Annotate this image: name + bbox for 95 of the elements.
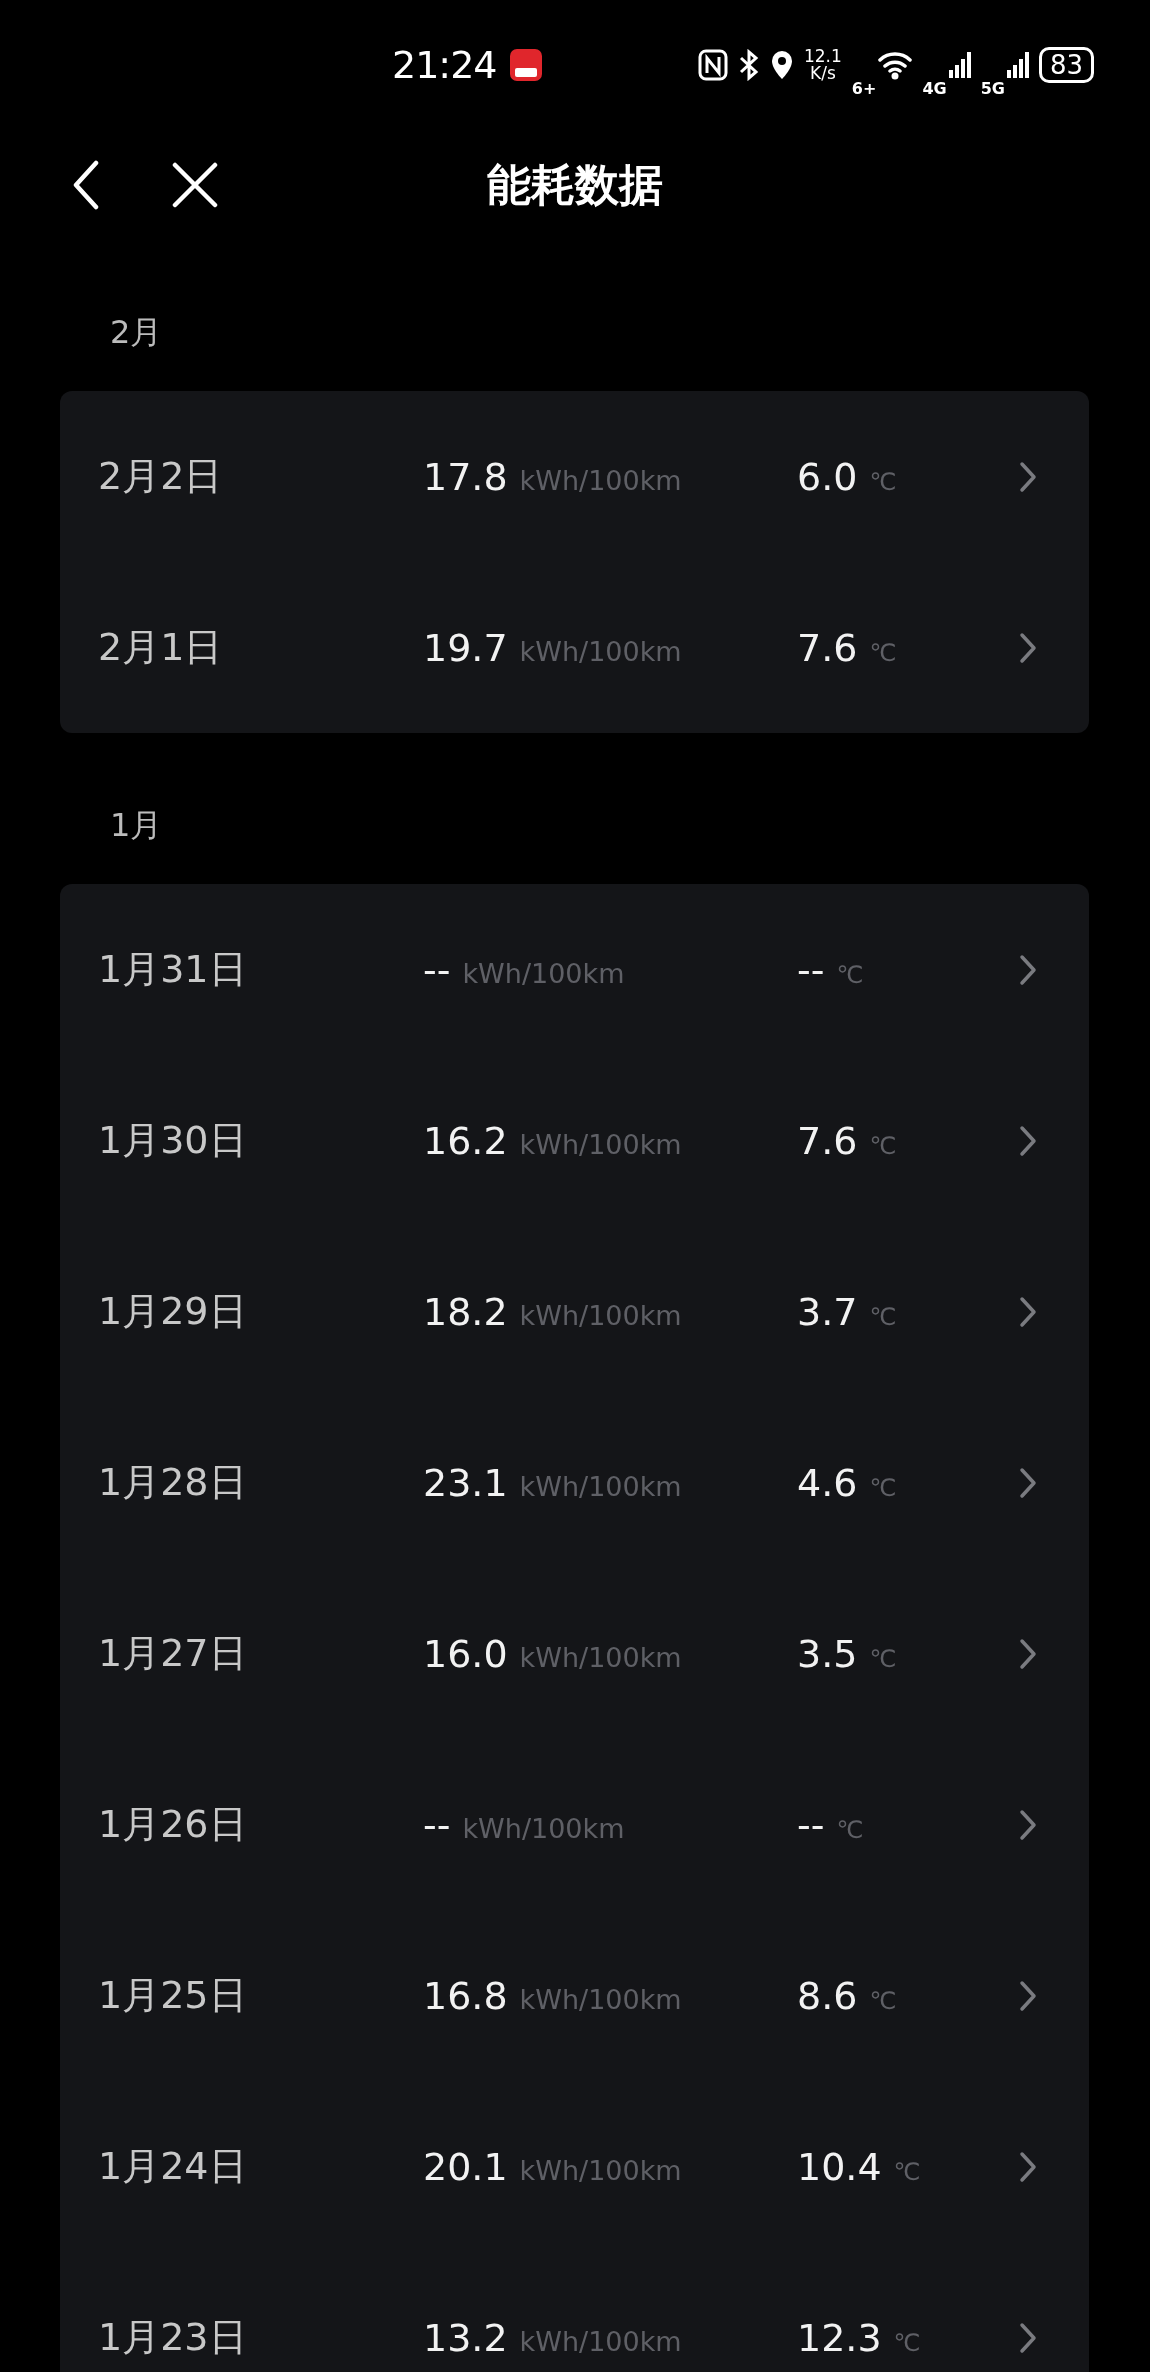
temperature-unit: ℃ bbox=[869, 1473, 897, 1502]
temperature-value: 7.6 bbox=[797, 1118, 858, 1163]
temperature-unit: ℃ bbox=[869, 1644, 897, 1673]
date-label: 1月26日 bbox=[98, 1801, 248, 1848]
day-row[interactable]: 2月1日 19.7 kWh/100km 7.6 ℃ bbox=[60, 562, 1089, 733]
day-row[interactable]: 1月31日 -- kWh/100km -- ℃ bbox=[60, 884, 1089, 1055]
back-icon[interactable] bbox=[72, 160, 100, 210]
temperature-unit: ℃ bbox=[893, 2157, 921, 2186]
temperature-value: -- bbox=[797, 947, 825, 992]
chevron-icon bbox=[1019, 1979, 1037, 2012]
date-label: 1月31日 bbox=[98, 946, 248, 993]
consumption-unit: kWh/100km bbox=[462, 1812, 625, 1844]
chevron-icon bbox=[1019, 1124, 1037, 1157]
location-icon bbox=[769, 49, 794, 81]
temperature-value: 8.6 bbox=[797, 1973, 858, 2018]
temperature-unit: ℃ bbox=[836, 960, 864, 989]
wifi-standard-label: 6+ bbox=[851, 78, 877, 98]
day-row[interactable]: 1月26日 -- kWh/100km -- ℃ bbox=[60, 1739, 1089, 1910]
consumption-unit: kWh/100km bbox=[519, 464, 682, 496]
status-time: 21:24 bbox=[392, 43, 497, 87]
temperature-value: 3.5 bbox=[797, 1631, 858, 1676]
wifi-icon bbox=[878, 50, 913, 80]
consumption-value: -- bbox=[423, 1802, 451, 1847]
consumption-unit: kWh/100km bbox=[462, 957, 625, 989]
signal-icon bbox=[948, 50, 971, 80]
temperature-value: 6.0 bbox=[797, 454, 858, 499]
consumption-unit: kWh/100km bbox=[519, 1470, 682, 1502]
network-type-label: 5G bbox=[980, 78, 1005, 98]
temperature-unit: ℃ bbox=[893, 2328, 921, 2357]
consumption-unit: kWh/100km bbox=[519, 2325, 682, 2357]
chevron-icon bbox=[1019, 1808, 1037, 1841]
date-label: 1月28日 bbox=[98, 1459, 248, 1506]
page-title: 能耗数据 bbox=[487, 157, 663, 212]
chevron-icon bbox=[1019, 1295, 1037, 1328]
day-row[interactable]: 1月30日 16.2 kWh/100km 7.6 ℃ bbox=[60, 1055, 1089, 1226]
chevron-icon bbox=[1019, 1466, 1037, 1499]
consumption-value: 16.2 bbox=[423, 1118, 508, 1163]
temperature-value: 7.6 bbox=[797, 625, 858, 670]
temperature-value: 3.7 bbox=[797, 1289, 858, 1334]
consumption-unit: kWh/100km bbox=[519, 2154, 682, 2186]
temperature-unit: ℃ bbox=[869, 1302, 897, 1331]
network-type-label: 4G bbox=[922, 78, 947, 98]
consumption-unit: kWh/100km bbox=[519, 1299, 682, 1331]
temperature-value: 10.4 bbox=[797, 2144, 882, 2189]
chevron-icon bbox=[1019, 460, 1037, 493]
consumption-unit: kWh/100km bbox=[519, 635, 682, 667]
day-row[interactable]: 1月29日 18.2 kWh/100km 3.7 ℃ bbox=[60, 1226, 1089, 1397]
consumption-value: 18.2 bbox=[423, 1289, 508, 1334]
temperature-unit: ℃ bbox=[869, 467, 897, 496]
consumption-value: 19.7 bbox=[423, 625, 508, 670]
consumption-value: 20.1 bbox=[423, 2144, 508, 2189]
consumption-value: -- bbox=[423, 947, 451, 992]
chevron-icon bbox=[1019, 631, 1037, 664]
consumption-unit: kWh/100km bbox=[519, 1128, 682, 1160]
consumption-unit: kWh/100km bbox=[519, 1983, 682, 2015]
day-row[interactable]: 1月24日 20.1 kWh/100km 10.4 ℃ bbox=[60, 2081, 1089, 2252]
consumption-value: 17.8 bbox=[423, 454, 508, 499]
day-row[interactable]: 1月23日 13.2 kWh/100km 12.3 ℃ bbox=[60, 2252, 1089, 2372]
date-label: 2月2日 bbox=[98, 453, 224, 500]
day-row[interactable]: 1月25日 16.8 kWh/100km 8.6 ℃ bbox=[60, 1910, 1089, 2081]
temperature-unit: ℃ bbox=[836, 1815, 864, 1844]
temperature-value: 4.6 bbox=[797, 1460, 858, 1505]
day-row[interactable]: 2月2日 17.8 kWh/100km 6.0 ℃ bbox=[60, 391, 1089, 562]
date-label: 1月30日 bbox=[98, 1117, 248, 1164]
date-label: 1月29日 bbox=[98, 1288, 248, 1335]
battery-indicator: 83 bbox=[1038, 47, 1094, 83]
nfc-icon bbox=[697, 49, 728, 81]
chevron-icon bbox=[1019, 2321, 1037, 2354]
close-icon[interactable] bbox=[172, 162, 218, 208]
month-label: 1月 bbox=[110, 805, 164, 846]
consumption-value: 23.1 bbox=[423, 1460, 508, 1505]
date-label: 1月24日 bbox=[98, 2143, 248, 2190]
temperature-value: 12.3 bbox=[797, 2315, 882, 2360]
date-label: 1月23日 bbox=[98, 2314, 248, 2361]
chevron-icon bbox=[1019, 2150, 1037, 2183]
temperature-unit: ℃ bbox=[869, 638, 897, 667]
day-row[interactable]: 1月28日 23.1 kWh/100km 4.6 ℃ bbox=[60, 1397, 1089, 1568]
consumption-value: 13.2 bbox=[423, 2315, 508, 2360]
temperature-value: -- bbox=[797, 1802, 825, 1847]
network-speed: 12.1 K/s bbox=[803, 48, 842, 82]
date-label: 1月25日 bbox=[98, 1972, 248, 2019]
app-icon bbox=[508, 48, 543, 82]
chevron-icon bbox=[1019, 1637, 1037, 1670]
month-label: 2月 bbox=[110, 312, 164, 353]
temperature-unit: ℃ bbox=[869, 1986, 897, 2015]
temperature-unit: ℃ bbox=[869, 1131, 897, 1160]
date-label: 1月27日 bbox=[98, 1630, 248, 1677]
day-row[interactable]: 1月27日 16.0 kWh/100km 3.5 ℃ bbox=[60, 1568, 1089, 1739]
consumption-value: 16.8 bbox=[423, 1973, 508, 2018]
date-label: 2月1日 bbox=[98, 624, 224, 671]
consumption-unit: kWh/100km bbox=[519, 1641, 682, 1673]
consumption-value: 16.0 bbox=[423, 1631, 508, 1676]
bluetooth-icon bbox=[737, 49, 760, 81]
chevron-icon bbox=[1019, 953, 1037, 986]
signal-icon bbox=[1006, 50, 1029, 80]
